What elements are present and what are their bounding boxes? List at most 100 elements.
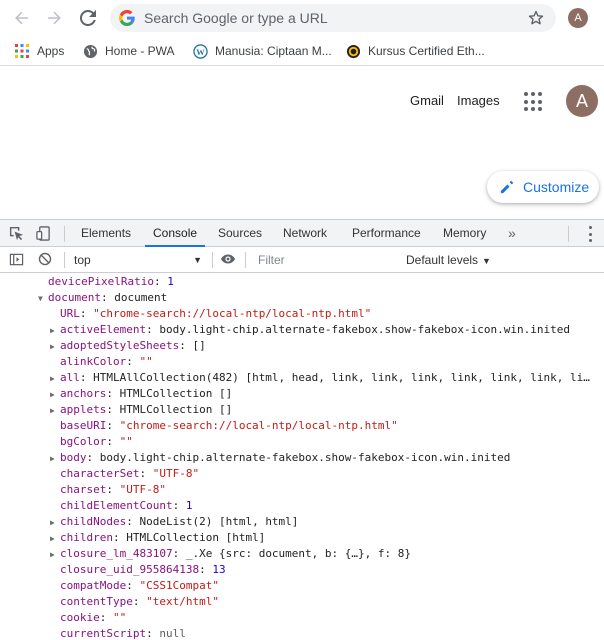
property-key: applets: [60, 403, 107, 416]
collapsed-triangle-icon[interactable]: ▶: [50, 531, 60, 547]
property-key: compatMode: [60, 579, 127, 592]
property-separator: :: [106, 403, 120, 416]
clear-console-icon[interactable]: [37, 251, 53, 267]
browser-toolbar: Search Google or type a URL A: [0, 0, 604, 36]
property-separator: :: [100, 291, 115, 304]
property-separator: :: [112, 531, 127, 544]
collapsed-triangle-icon[interactable]: ▶: [50, 323, 60, 339]
property-separator: :: [106, 419, 120, 432]
collapsed-triangle-icon[interactable]: ▶: [50, 387, 60, 403]
property-separator: :: [79, 371, 94, 384]
forward-button[interactable]: [40, 4, 68, 32]
toolbar-divider: [64, 226, 65, 242]
tab-memory[interactable]: Memory: [443, 220, 486, 247]
svg-text:W: W: [196, 46, 205, 56]
bookmark-home-pwa[interactable]: Home - PWA: [82, 42, 175, 60]
omnibox-placeholder: Search Google or type a URL: [144, 10, 328, 26]
console-line[interactable]: ▶ applets: HTMLCollection []: [50, 402, 232, 418]
levels-label: Default levels: [406, 253, 479, 267]
sidebar-toggle-icon[interactable]: [8, 251, 24, 267]
profile-avatar-button[interactable]: A: [568, 8, 588, 28]
collapsed-triangle-icon[interactable]: ▶: [50, 451, 60, 467]
console-line[interactable]: ▶ anchors: HTMLCollection []: [50, 386, 232, 402]
console-line[interactable]: ▶ all: HTMLAllCollection(482) [html, head…: [50, 370, 590, 386]
console-output: devicePixelRatio: 1 ▼ document: document UR…: [0, 274, 604, 640]
bookmark-manusia[interactable]: W Manusia: Ciptaan M...: [192, 42, 332, 60]
collapsed-triangle-icon[interactable]: ▶: [50, 547, 60, 563]
tab-performance[interactable]: Performance: [352, 220, 421, 247]
property-value: "text/html": [146, 595, 219, 608]
bookmark-kursus[interactable]: Kursus Certified Eth...: [345, 42, 485, 60]
console-line: URL: "chrome-search://local-ntp/local-nt…: [50, 306, 371, 322]
console-line[interactable]: ▶ body: body.light-chip.alternate-fakebox…: [50, 450, 510, 466]
bookmark-apps[interactable]: Apps: [14, 42, 64, 60]
property-key: cookie: [60, 611, 100, 624]
log-levels-select[interactable]: Default levels ▼: [406, 251, 491, 269]
property-value: "": [113, 611, 127, 624]
toolbar-divider: [245, 252, 246, 268]
console-line[interactable]: ▼ document: document: [38, 290, 167, 306]
bookmark-label: Home - PWA: [105, 44, 175, 58]
apps-grid-icon: [14, 43, 30, 59]
gmail-link[interactable]: Gmail: [410, 93, 444, 108]
console-line[interactable]: ▶ children: HTMLCollection [html]: [50, 530, 265, 546]
property-value: 13: [212, 563, 226, 576]
property-key: closure_lm_483107: [60, 547, 173, 560]
property-value: []: [192, 339, 206, 352]
property-key: devicePixelRatio: [48, 275, 154, 288]
property-separator: :: [126, 355, 140, 368]
omnibox[interactable]: Search Google or type a URL: [110, 4, 556, 32]
collapsed-triangle-icon[interactable]: ▶: [50, 339, 60, 355]
console-toolbar: top ▼ Default levels▼: [0, 247, 604, 273]
globe-icon: [82, 43, 98, 59]
more-tabs-icon[interactable]: »: [508, 225, 516, 241]
property-value: HTMLCollection []: [119, 403, 233, 416]
images-link[interactable]: Images: [457, 93, 500, 108]
console-line[interactable]: ▶ activeElement: body.light-chip.alternat…: [50, 322, 570, 338]
console-line[interactable]: ▶ closure_lm_483107: _.Xe {src: document,…: [50, 546, 411, 562]
property-separator: :: [199, 563, 213, 576]
customize-label: Customize: [523, 179, 590, 195]
expanded-triangle-icon[interactable]: ▼: [38, 291, 48, 307]
context-select[interactable]: top ▼: [74, 251, 204, 269]
property-key: body: [60, 451, 87, 464]
devtools-menu-icon[interactable]: [584, 226, 596, 242]
star-icon[interactable]: [524, 6, 548, 30]
tab-network[interactable]: Network: [283, 220, 327, 247]
property-value: _.Xe {src: document, b: {…}, f: 8}: [185, 547, 412, 560]
eye-icon[interactable]: [220, 251, 236, 267]
console-line: compatMode: "CSS1Compat": [50, 578, 219, 594]
toolbar-divider: [212, 252, 213, 268]
customize-button[interactable]: Customize: [487, 171, 599, 203]
filter-input[interactable]: [254, 251, 398, 269]
google-apps-icon[interactable]: [524, 92, 544, 112]
collapsed-triangle-icon[interactable]: ▶: [50, 403, 60, 419]
property-value: HTMLCollection []: [119, 387, 233, 400]
property-separator: :: [106, 387, 120, 400]
pencil-icon: [499, 179, 515, 195]
dropdown-arrow-icon: ▼: [193, 255, 202, 265]
console-line[interactable]: ▶ childNodes: NodeList(2) [html, html]: [50, 514, 298, 530]
property-separator: :: [139, 467, 153, 480]
back-button[interactable]: [8, 4, 36, 32]
collapsed-triangle-icon[interactable]: ▶: [50, 371, 60, 387]
device-toolbar-icon[interactable]: [35, 225, 51, 241]
tab-console[interactable]: Console: [145, 220, 206, 247]
property-key: childElementCount: [60, 499, 173, 512]
collapsed-triangle-icon[interactable]: ▶: [50, 515, 60, 531]
property-separator: :: [86, 451, 100, 464]
property-separator: :: [172, 499, 186, 512]
reload-button[interactable]: [74, 4, 102, 32]
console-line[interactable]: ▶ adoptedStyleSheets: []: [50, 338, 206, 354]
console-line: characterSet: "UTF-8": [50, 466, 199, 482]
site-logo-icon: [345, 43, 361, 59]
toolbar-divider: [64, 252, 65, 268]
property-key: alinkColor: [60, 355, 127, 368]
tab-sources[interactable]: Sources: [218, 220, 262, 247]
property-separator: :: [106, 483, 120, 496]
account-avatar[interactable]: A: [566, 85, 598, 117]
property-separator: :: [146, 323, 160, 336]
property-key: contentType: [60, 595, 133, 608]
inspect-element-icon[interactable]: [8, 225, 24, 241]
tab-elements[interactable]: Elements: [81, 220, 131, 247]
